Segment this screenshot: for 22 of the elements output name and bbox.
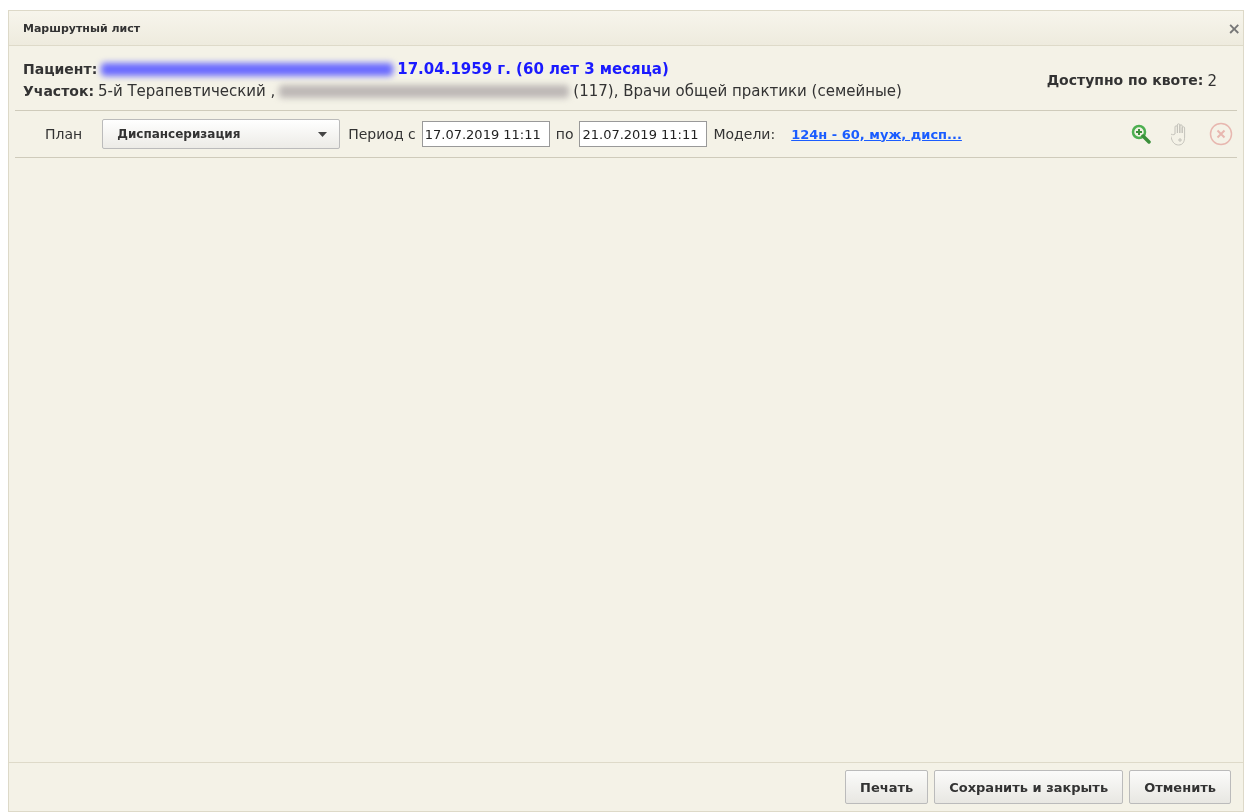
date-to-field[interactable]: 21.07.2019 11:11 [579, 121, 708, 147]
quota-value: 2 [1207, 72, 1217, 92]
district-details: (117), Врачи общей практики (семейные) [573, 82, 902, 100]
models-link[interactable]: 124н - 60, муж, дисп... [791, 126, 962, 142]
close-button[interactable]: × [1227, 18, 1241, 38]
zoom-in-icon[interactable] [1131, 124, 1151, 144]
to-label: по [555, 126, 574, 142]
patient-label: Пациент: [23, 61, 98, 77]
period-label: Период с [348, 126, 416, 142]
date-from-field[interactable]: 17.07.2019 11:11 [421, 121, 550, 147]
footer-button[interactable]: Отменить [1129, 770, 1231, 804]
district-name: 5-й Терапевтический , [98, 82, 276, 100]
window-title: Маршрутный лист [23, 21, 141, 35]
caret-icon [318, 131, 328, 137]
district-label: Участок: [23, 83, 94, 99]
plan-dropdown[interactable]: Диспансеризация [102, 119, 341, 149]
plan-label: План [45, 126, 83, 142]
footer-button[interactable]: Печать [845, 770, 929, 804]
models-label: Модели: [713, 126, 776, 142]
footer-button[interactable]: Сохранить и закрыть [934, 770, 1124, 804]
quota-label: Доступно по квоте: [1046, 72, 1204, 90]
patient-birth-date: 17.04.1959 г. (60 лет 3 месяца) [397, 60, 669, 78]
